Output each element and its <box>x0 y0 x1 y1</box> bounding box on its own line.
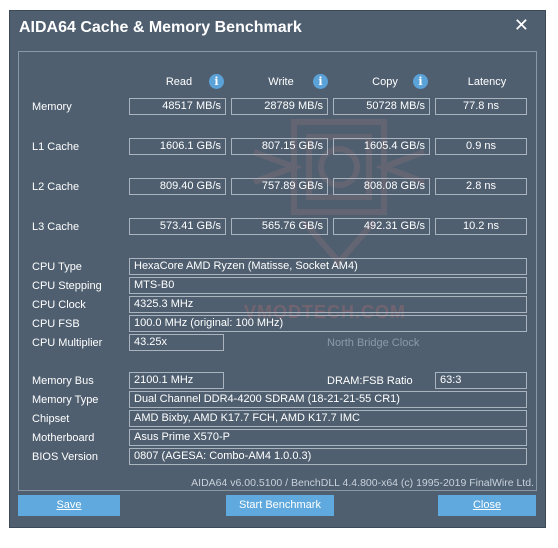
column-write: Write <box>268 76 294 88</box>
l1-latency-value: 0.9 ns <box>435 138 527 155</box>
memory-read-value: 48517 MB/s <box>129 98 226 115</box>
cpu-fsb-label: CPU FSB <box>32 318 80 330</box>
l2-latency-value: 2.8 ns <box>435 178 527 195</box>
memory-bus-label: Memory Bus <box>32 375 94 387</box>
row-label-l2-cache: L2 Cache <box>32 181 80 193</box>
copy-info-icon[interactable]: i <box>413 74 428 89</box>
bios-version-value: 0807 (AGESA: Combo-AM4 1.0.0.3) <box>129 448 527 465</box>
l3-copy-value: 492.31 GB/s <box>333 218 430 235</box>
cpu-multiplier-value: 43.25x <box>129 334 224 351</box>
chipset-value: AMD Bixby, AMD K17.7 FCH, AMD K17.7 IMC <box>129 410 527 427</box>
l2-write-value: 757.89 GB/s <box>231 178 328 195</box>
row-label-l1-cache: L1 Cache <box>32 141 80 153</box>
l3-latency-value: 10.2 ns <box>435 218 527 235</box>
save-button-label: Save <box>56 499 82 511</box>
l1-copy-value: 1605.4 GB/s <box>333 138 430 155</box>
row-label-l3-cache: L3 Cache <box>32 221 80 233</box>
start-benchmark-button[interactable]: Start Benchmark <box>226 495 334 516</box>
memory-latency-value: 77.8 ns <box>435 98 527 115</box>
l3-read-value: 573.41 GB/s <box>129 218 226 235</box>
l3-write-value: 565.76 GB/s <box>231 218 328 235</box>
copyright-footer: AIDA64 v6.00.5100 / BenchDLL 4.4.800-x64… <box>191 477 534 489</box>
cpu-clock-label: CPU Clock <box>32 299 86 311</box>
chipset-label: Chipset <box>32 413 70 425</box>
cpu-clock-value: 4325.3 MHz <box>129 296 527 313</box>
memory-write-value: 28789 MB/s <box>231 98 328 115</box>
save-button[interactable]: Save <box>18 495 120 516</box>
cpu-fsb-value: 100.0 MHz (original: 100 MHz) <box>129 315 527 332</box>
start-benchmark-label: Start Benchmark <box>239 499 321 511</box>
row-label-memory: Memory <box>32 101 72 113</box>
memory-type-value: Dual Channel DDR4-4200 SDRAM (18-21-21-5… <box>129 391 527 408</box>
dram-fsb-ratio-label: DRAM:FSB Ratio <box>327 375 413 387</box>
l1-write-value: 807.15 GB/s <box>231 138 328 155</box>
write-info-icon[interactable]: i <box>313 74 328 89</box>
north-bridge-clock-label: North Bridge Clock <box>327 337 420 349</box>
cpu-multiplier-label: CPU Multiplier <box>32 337 103 349</box>
results-panel: VMODTECH.COM Read i Write i Copy i Laten… <box>18 51 537 491</box>
column-latency: Latency <box>467 76 507 88</box>
cpu-type-label: CPU Type <box>32 261 82 273</box>
window-title: AIDA64 Cache & Memory Benchmark <box>19 19 302 36</box>
close-button[interactable]: Close <box>438 495 536 516</box>
close-button-label: Close <box>472 499 502 511</box>
motherboard-value: Asus Prime X570-P <box>129 429 527 446</box>
l2-copy-value: 808.08 GB/s <box>333 178 430 195</box>
dram-fsb-ratio-value: 63:3 <box>435 372 527 389</box>
l2-read-value: 809.40 GB/s <box>129 178 226 195</box>
close-icon[interactable]: ✕ <box>514 15 529 36</box>
column-read: Read <box>165 76 193 88</box>
motherboard-label: Motherboard <box>32 432 95 444</box>
bios-version-label: BIOS Version <box>32 451 99 463</box>
memory-copy-value: 50728 MB/s <box>333 98 430 115</box>
l1-read-value: 1606.1 GB/s <box>129 138 226 155</box>
cpu-type-value: HexaCore AMD Ryzen (Matisse, Socket AM4) <box>129 258 527 275</box>
benchmark-window: AIDA64 Cache & Memory Benchmark ✕ VMODTE… <box>9 10 546 528</box>
cpu-stepping-label: CPU Stepping <box>32 280 102 292</box>
cpu-stepping-value: MTS-B0 <box>129 277 527 294</box>
memory-bus-value: 2100.1 MHz <box>129 372 224 389</box>
memory-type-label: Memory Type <box>32 394 99 406</box>
read-info-icon[interactable]: i <box>209 74 224 89</box>
